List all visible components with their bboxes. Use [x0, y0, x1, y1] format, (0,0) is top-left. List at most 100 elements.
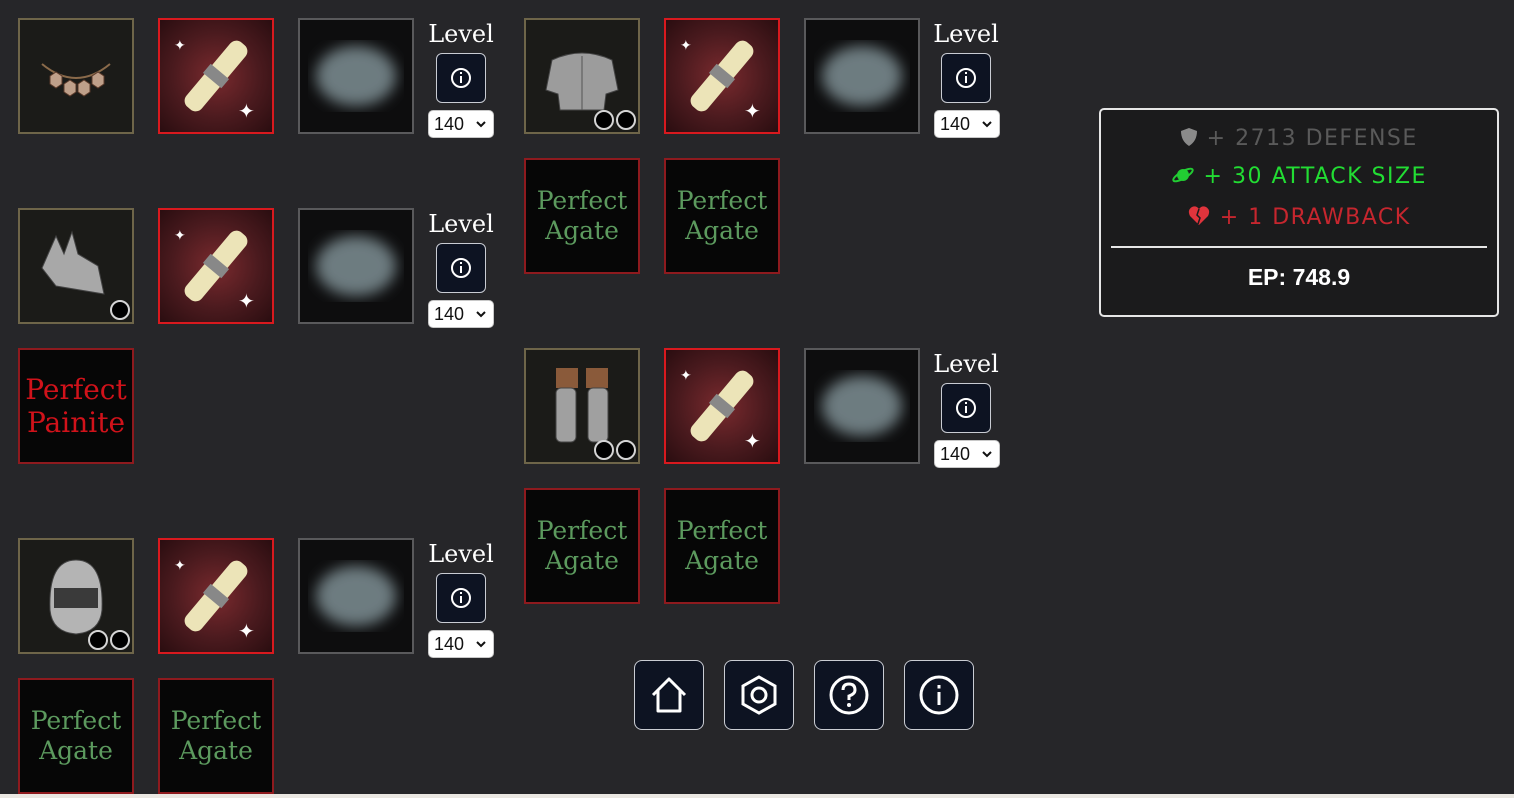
info-icon [451, 68, 471, 88]
info-button[interactable] [436, 243, 486, 293]
defense-stat: + 2713 DEFENSE [1101, 126, 1497, 151]
socket [88, 630, 108, 650]
gem-label: Perfect Agate [676, 516, 768, 575]
defense-text: + 2713 DEFENSE [1206, 126, 1418, 151]
info-button[interactable] [436, 53, 486, 103]
socket [616, 110, 636, 130]
svg-text:✦: ✦ [744, 101, 761, 123]
blurred-item-icon [822, 46, 902, 106]
info-icon [956, 68, 976, 88]
level-select[interactable]: 140 [934, 110, 1000, 138]
scroll-icon: ✦✦ [174, 227, 255, 313]
info-icon [919, 675, 959, 715]
info-nav-button[interactable] [904, 660, 974, 730]
gem-label: Perfect Agate [170, 706, 262, 765]
chevron-down-icon [982, 121, 992, 128]
gem-slot[interactable]: Perfect Agate [664, 158, 780, 274]
attack-size-stat: + 30 ATTACK SIZE [1101, 164, 1497, 189]
necklace-icon [41, 63, 111, 97]
level-select[interactable]: 140 [934, 440, 1000, 468]
socket-group [88, 630, 130, 650]
enchant-scroll-slot[interactable]: ✦ ✦ [664, 348, 780, 464]
scroll-icon: ✦✦ [174, 557, 255, 643]
enchant-scroll-slot[interactable]: ✦ ✦ [158, 208, 274, 324]
gem-label: Perfect Agate [676, 186, 768, 245]
home-icon [651, 677, 687, 713]
chevron-down-icon [476, 121, 486, 128]
home-button[interactable] [634, 660, 704, 730]
info-icon [956, 398, 976, 418]
planet-icon [1172, 167, 1194, 183]
chevron-down-icon [476, 311, 486, 318]
svg-text:✦: ✦ [238, 291, 255, 313]
svg-text:✦: ✦ [680, 37, 692, 53]
helmet-slot[interactable] [18, 538, 134, 654]
level-select[interactable]: 140 [428, 300, 494, 328]
blurred-item-slot[interactable] [804, 348, 920, 464]
level-select-value: 140 [434, 634, 465, 654]
divider [1111, 246, 1487, 248]
gem-slot[interactable]: Perfect Agate [158, 678, 274, 794]
blurred-item-slot[interactable] [298, 208, 414, 324]
svg-text:✦: ✦ [238, 101, 255, 123]
body-armor-slot[interactable] [524, 18, 640, 134]
blurred-item-slot[interactable] [298, 18, 414, 134]
level-label: Level [933, 350, 999, 378]
blurred-item-icon [316, 566, 396, 626]
stats-panel: + 2713 DEFENSE + 30 ATTACK SIZE + 1 DRAW… [1099, 108, 1499, 317]
enchant-scroll-slot[interactable]: ✦ ✦ [664, 18, 780, 134]
svg-text:✦: ✦ [174, 37, 186, 53]
gem-slot[interactable]: Perfect Agate [524, 158, 640, 274]
svg-text:✦: ✦ [238, 621, 255, 643]
ep-value: EP: 748.9 [1247, 264, 1351, 290]
help-button[interactable] [814, 660, 884, 730]
socket [594, 110, 614, 130]
blurred-item-icon [822, 376, 902, 436]
gem-label: Perfect Agate [536, 186, 628, 245]
blurred-item-slot[interactable] [298, 538, 414, 654]
socket [110, 300, 130, 320]
info-button[interactable] [941, 383, 991, 433]
info-button[interactable] [436, 573, 486, 623]
chevron-down-icon [476, 641, 486, 648]
gem-slot[interactable]: Perfect Agate [524, 488, 640, 604]
info-button[interactable] [941, 53, 991, 103]
scroll-icon: ✦✦ [680, 367, 761, 453]
leg-armor-slot[interactable] [524, 348, 640, 464]
level-label: Level [933, 20, 999, 48]
level-label: Level [428, 20, 494, 48]
gem-slot[interactable]: Perfect Agate [664, 488, 780, 604]
info-icon [451, 588, 471, 608]
settings-button[interactable] [724, 660, 794, 730]
socket [616, 440, 636, 460]
help-icon [829, 675, 869, 715]
drawback-text: + 1 DRAWBACK [1219, 205, 1411, 230]
scroll-icon: ✦✦ [680, 37, 761, 123]
necklace-slot[interactable] [18, 18, 134, 134]
shield-icon [1181, 128, 1198, 146]
socket-group [594, 110, 636, 130]
enchant-scroll-slot[interactable]: ✦ ✦ [158, 18, 274, 134]
level-select[interactable]: 140 [428, 110, 494, 138]
svg-text:✦: ✦ [744, 431, 761, 453]
level-select[interactable]: 140 [428, 630, 494, 658]
chevron-down-icon [982, 451, 992, 458]
level-label: Level [428, 210, 494, 238]
svg-text:✦: ✦ [174, 557, 186, 573]
gem-label: Perfect Agate [30, 706, 122, 765]
blurred-item-icon [316, 46, 396, 106]
enchant-scroll-slot[interactable]: ✦ ✦ [158, 538, 274, 654]
gem-slot[interactable]: Perfect Agate [18, 678, 134, 794]
level-select-value: 140 [434, 304, 465, 324]
blurred-item-slot[interactable] [804, 18, 920, 134]
settings-icon [741, 675, 777, 715]
level-select-value: 140 [940, 444, 971, 464]
socket [110, 630, 130, 650]
gem-label: Perfect Painite [25, 373, 127, 439]
shoulder-armor-slot[interactable] [18, 208, 134, 324]
attack-size-text: + 30 ATTACK SIZE [1203, 164, 1427, 189]
bottom-edge [0, 794, 1514, 798]
gem-slot[interactable]: Perfect Painite [18, 348, 134, 464]
gem-label: Perfect Agate [536, 516, 628, 575]
info-icon [451, 258, 471, 278]
